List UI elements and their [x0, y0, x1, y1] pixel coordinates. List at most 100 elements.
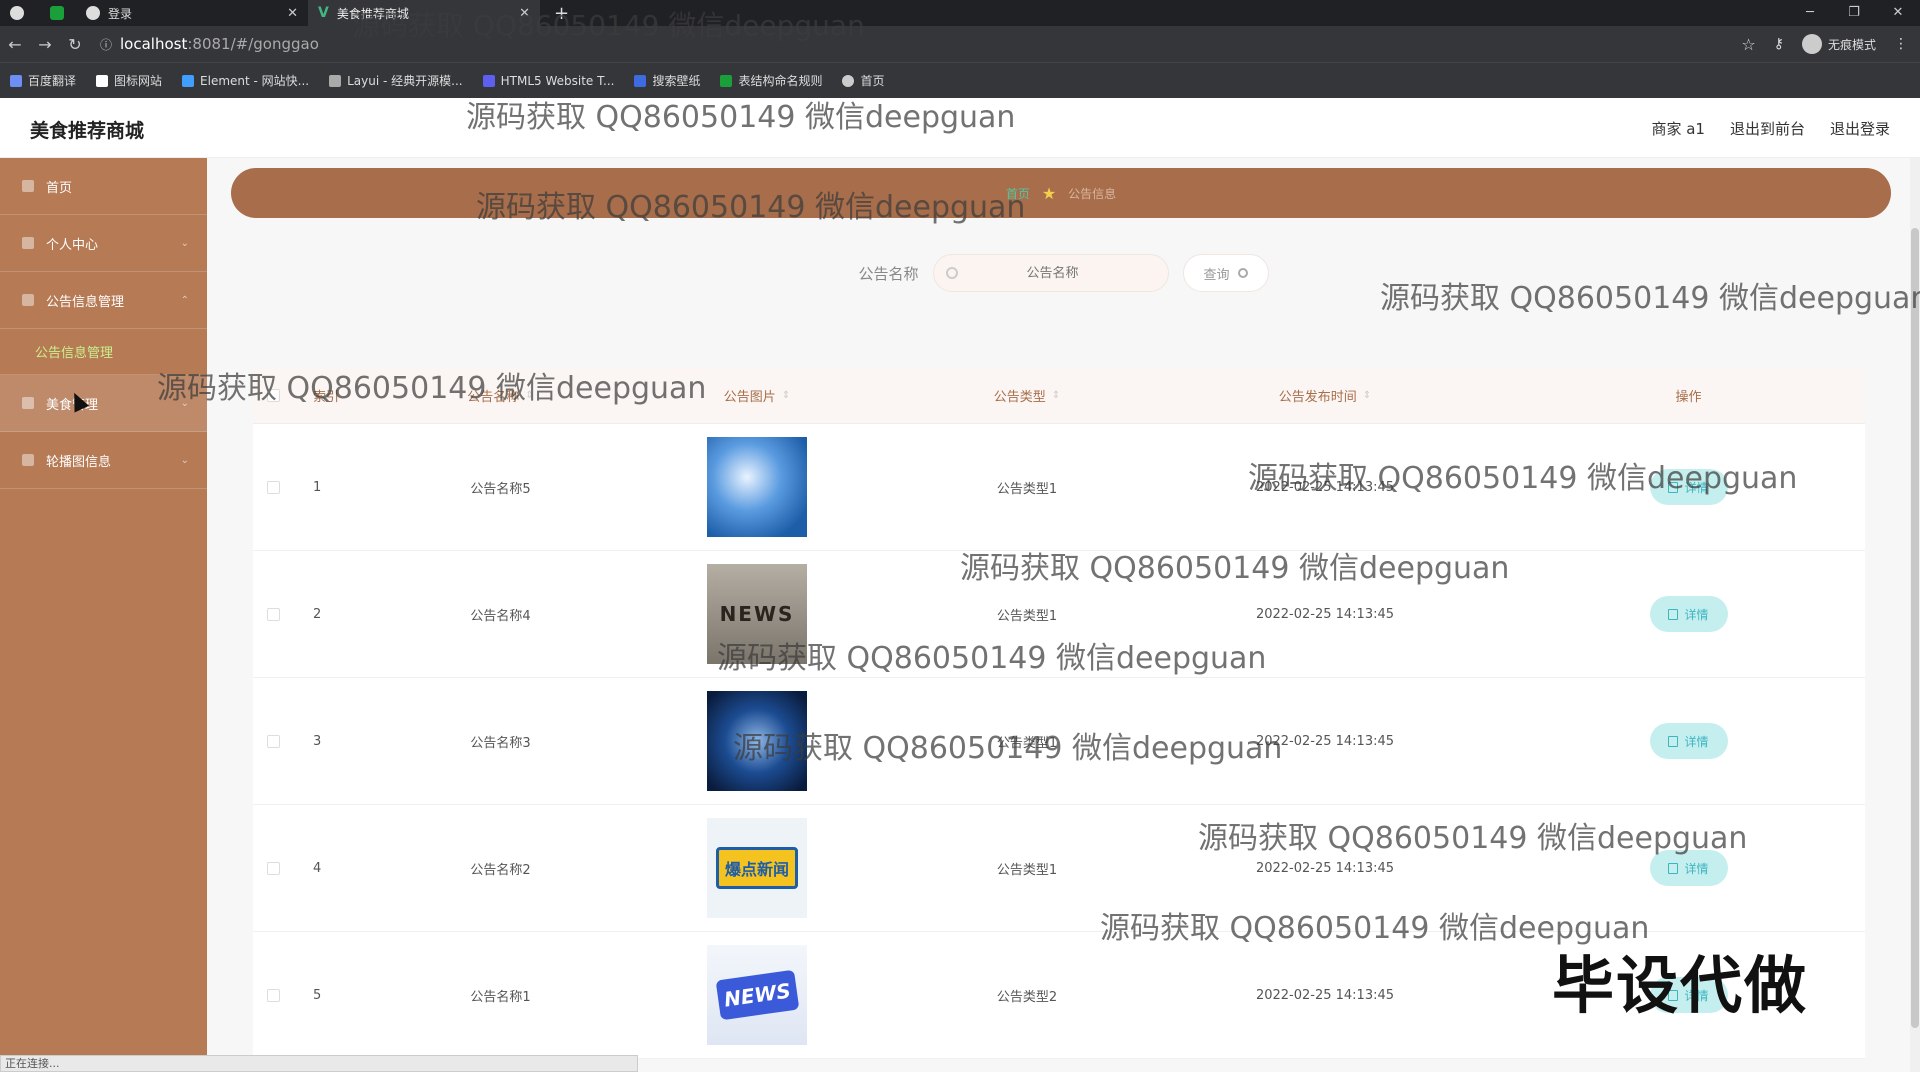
address-bar: ← → ↻ ⓘ localhost:8081/#/gonggao ☆ ⚷ 无痕模… [0, 26, 1920, 62]
row-time: 2022-02-25 14:13:45 [1255, 987, 1395, 1003]
select-all-checkbox[interactable] [253, 389, 293, 402]
url-path: :8081/#/gonggao [187, 35, 319, 53]
col-image[interactable]: 公告图片 ⇕ [598, 386, 916, 405]
star-icon: ★ [1041, 183, 1057, 203]
row-index: 5 [313, 987, 322, 1003]
search-field [932, 254, 1169, 292]
reload-icon[interactable]: ↻ [60, 35, 90, 54]
incognito-indicator[interactable]: 无痕模式 [1801, 34, 1876, 54]
row-type: 公告类型1 [996, 735, 1058, 751]
close-icon[interactable]: ✕ [519, 6, 530, 21]
image-icon [22, 454, 34, 466]
new-tab-icon[interactable]: + [554, 3, 569, 24]
table-row: 1 公告名称5 公告类型1 2022-02-25 14:13:45 详情 [253, 424, 1865, 551]
restore-icon[interactable]: ❐ [1832, 0, 1876, 26]
detail-button[interactable]: 详情 [1649, 596, 1728, 632]
close-icon[interactable]: ✕ [287, 6, 298, 21]
row-index: 4 [313, 860, 322, 876]
home-icon [22, 180, 34, 192]
bookmark-item[interactable]: 图标网站 [96, 72, 162, 89]
tab-title: 登录 [108, 6, 133, 21]
bookmark-icon [720, 74, 733, 87]
globe-icon [86, 6, 100, 20]
table-row: 4 公告名称2 爆点新闻 公告类型1 2022-02-25 14:13:45 详… [253, 805, 1865, 932]
row-name: 公告名称5 [470, 481, 531, 497]
browser-tab-2[interactable] [40, 0, 76, 26]
sidebar: 首页 个人中心 ⌄ 公告信息管理 ⌃ 公告信息管理 美食管理 ⌄ 轮播图信息 ⌄ [0, 158, 207, 1072]
row-checkbox[interactable] [266, 607, 280, 621]
user-icon [22, 237, 34, 249]
url-host: localhost [120, 35, 188, 53]
bookmark-item[interactable]: HTML5 Website T... [482, 74, 614, 88]
row-name: 公告名称2 [470, 862, 531, 878]
sidebar-subitem-notice[interactable]: 公告信息管理 [0, 329, 207, 375]
browser-tab-active[interactable]: V 美食推荐商城 ✕ [308, 0, 540, 26]
sidebar-item-profile[interactable]: 个人中心 ⌄ [0, 215, 207, 272]
sidebar-item-food-manage[interactable]: 美食管理 ⌄ [0, 375, 207, 432]
row-checkbox[interactable] [266, 861, 280, 875]
breadcrumb-home[interactable]: 首页 [1006, 185, 1030, 202]
window-controls: ─ ❐ ✕ [1788, 0, 1920, 26]
row-checkbox[interactable] [266, 480, 280, 494]
browser-tab-login[interactable]: 登录 ✕ [76, 0, 308, 26]
breadcrumb-current: 公告信息 [1068, 186, 1117, 201]
document-icon [1668, 862, 1679, 874]
chevron-down-icon: ⌄ [180, 397, 189, 409]
bookmark-icon [634, 74, 647, 87]
sort-icon: ⇕ [525, 390, 534, 401]
row-checkbox[interactable] [266, 734, 280, 748]
detail-button[interactable]: 详情 [1649, 850, 1728, 886]
notice-image: 爆点新闻 [707, 818, 807, 918]
table-header: 索引 公告名称 ⇕ 公告图片 ⇕ 公告类型 ⇕ 公告发布时间 ⇕ 操作 [253, 368, 1865, 424]
bookmark-item[interactable]: Element - 网站快... [182, 72, 309, 89]
row-checkbox[interactable] [266, 988, 280, 1002]
col-time[interactable]: 公告发布时间 ⇕ [1138, 386, 1512, 405]
sort-icon: ⇕ [1051, 390, 1061, 401]
table-row: 2 公告名称4 NEWS 公告类型1 2022-02-25 14:13:45 详… [253, 551, 1865, 678]
scrollbar-thumb[interactable] [1911, 228, 1919, 1028]
bookmark-item[interactable]: 首页 [842, 72, 885, 89]
notice-image [707, 691, 807, 791]
sidebar-item-home[interactable]: 首页 [0, 158, 207, 215]
document-icon [1668, 608, 1679, 620]
breadcrumb: 首页 ★ 公告信息 [231, 168, 1891, 218]
bookmark-item[interactable]: Layui - 经典开源模... [329, 72, 463, 89]
forward-icon[interactable]: → [30, 35, 60, 54]
incognito-label: 无痕模式 [1827, 37, 1876, 52]
search-label: 公告名称 [858, 264, 919, 283]
search-icon [1237, 268, 1248, 278]
row-time: 2022-02-25 14:13:45 [1255, 606, 1395, 622]
col-name[interactable]: 公告名称 ⇕ [403, 386, 598, 405]
menu-icon[interactable]: ⋮ [1894, 36, 1908, 52]
minimize-icon[interactable]: ─ [1788, 0, 1832, 26]
key-icon[interactable]: ⚷ [1774, 36, 1784, 52]
back-to-front-link[interactable]: 退出到前台 [1730, 118, 1805, 139]
page-scrollbar[interactable] [1910, 158, 1920, 1072]
search-input[interactable] [957, 265, 1148, 281]
detail-button[interactable]: 详情 [1649, 469, 1728, 505]
bookmark-item[interactable]: 表结构命名规则 [720, 72, 822, 89]
row-name: 公告名称1 [470, 989, 531, 1005]
row-type: 公告类型1 [996, 608, 1058, 624]
detail-button[interactable]: 详情 [1649, 723, 1728, 759]
bookmark-icon [482, 74, 495, 87]
browser-tab-1[interactable] [0, 0, 40, 26]
url-field[interactable]: ⓘ localhost:8081/#/gonggao [100, 35, 319, 53]
sort-icon: ⇕ [781, 390, 791, 401]
globe-icon [10, 6, 24, 20]
row-index: 3 [313, 733, 322, 749]
current-user: 商家 a1 [1651, 120, 1705, 138]
browser-tab-bar: 登录 ✕ V 美食推荐商城 ✕ + ─ ❐ ✕ [0, 0, 1920, 26]
star-icon[interactable]: ☆ [1741, 35, 1755, 54]
bookmark-item[interactable]: 百度翻译 [10, 72, 76, 89]
sidebar-item-notice-manage[interactable]: 公告信息管理 ⌃ [0, 272, 207, 329]
bookmark-icon [10, 74, 22, 87]
bookmark-icon [182, 74, 195, 87]
close-window-icon[interactable]: ✕ [1876, 0, 1920, 26]
sidebar-item-carousel[interactable]: 轮播图信息 ⌄ [0, 432, 207, 489]
back-icon[interactable]: ← [0, 35, 30, 54]
bookmark-item[interactable]: 搜索壁纸 [634, 72, 700, 89]
col-type[interactable]: 公告类型 ⇕ [916, 386, 1138, 405]
search-button[interactable]: 查询 [1182, 254, 1269, 292]
logout-link[interactable]: 退出登录 [1830, 118, 1890, 139]
